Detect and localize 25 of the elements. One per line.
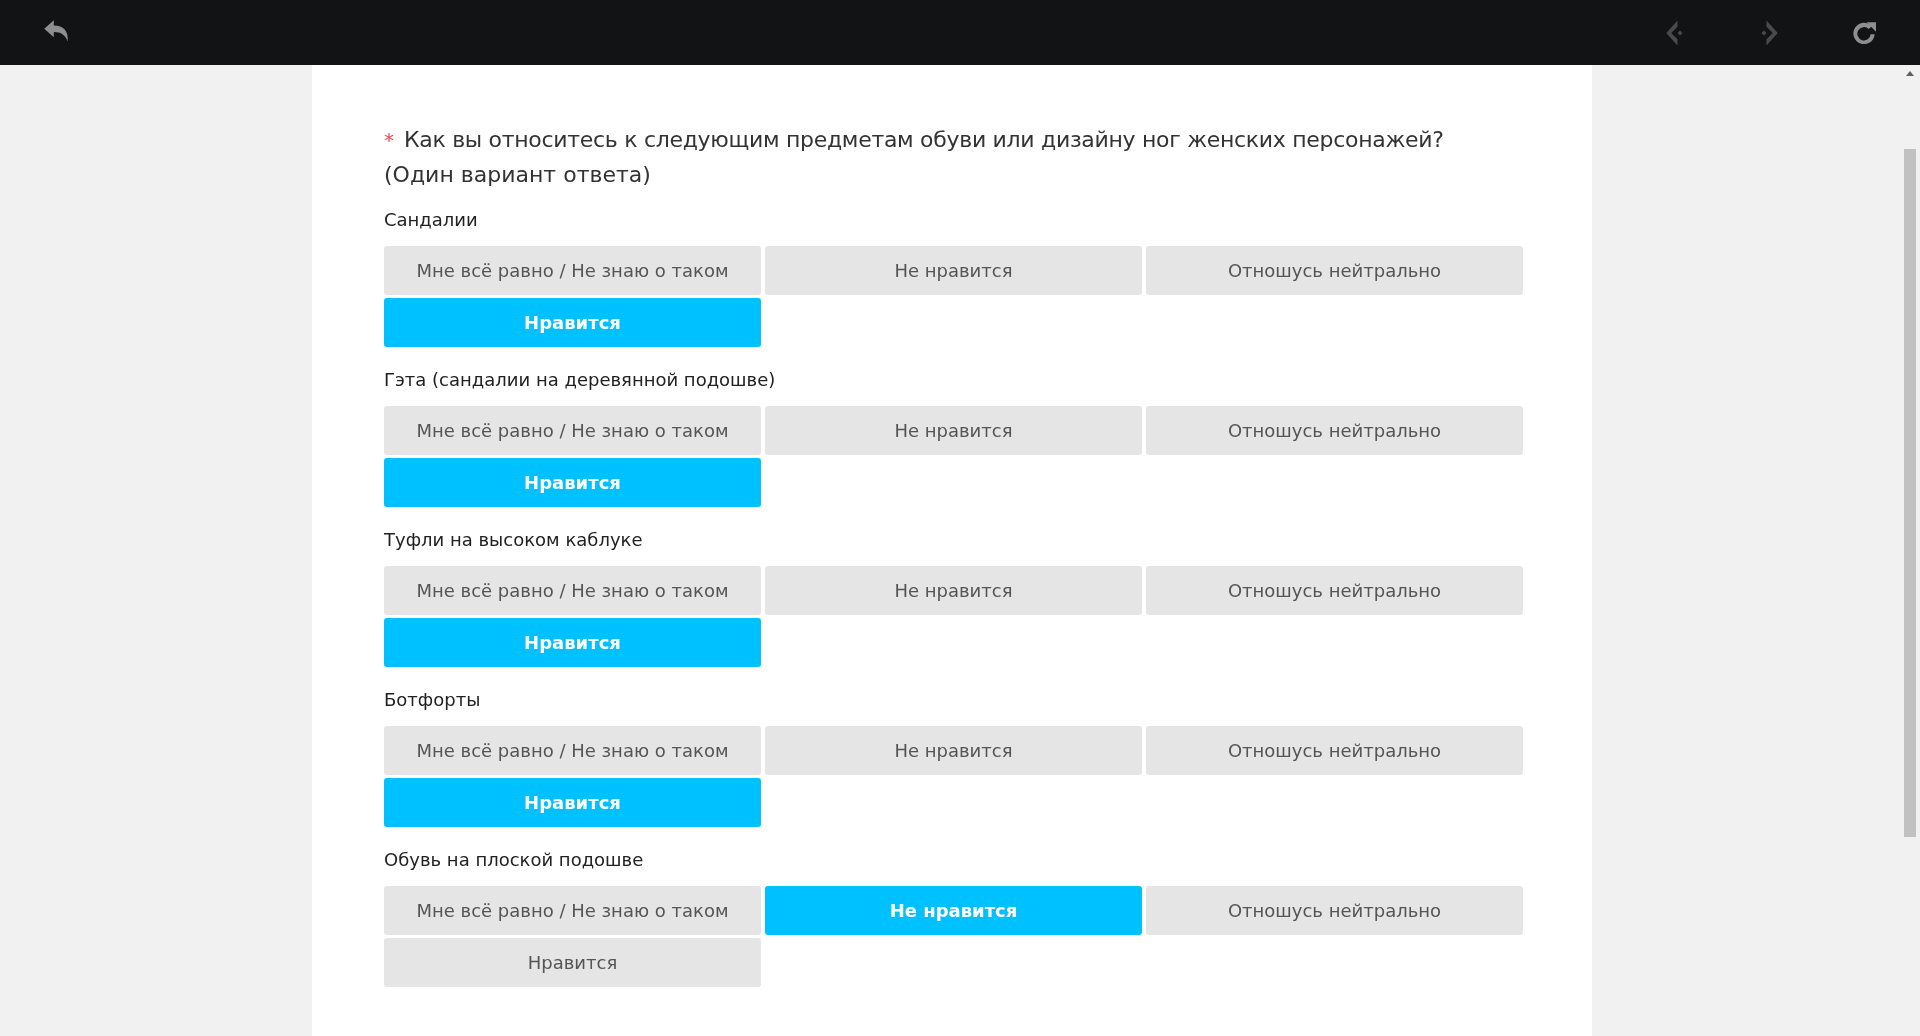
option-button[interactable]: Мне всё равно / Не знаю о таком <box>384 886 761 935</box>
option-button[interactable]: Отношусь нейтрально <box>1146 886 1523 935</box>
item-label: Сандалии <box>384 209 479 230</box>
option-button[interactable]: Отношусь нейтрально <box>1146 406 1523 455</box>
required-mark: * <box>384 128 394 152</box>
question-subtitle: (Один вариант ответа) <box>384 162 652 187</box>
item-label: Ботфорты <box>384 689 482 710</box>
option-button[interactable]: Отношусь нейтрально <box>1146 726 1523 775</box>
question-title: Как вы относитесь к следующим предметам обуви или дизайну ног женских персонажей? <box>404 127 1444 152</box>
option-button[interactable]: Отношусь нейтрально <box>1146 566 1523 615</box>
option-button[interactable]: Не нравится <box>765 726 1142 775</box>
scroll-up-icon[interactable] <box>1906 71 1914 76</box>
option-button[interactable]: Нравится <box>384 938 761 987</box>
option-button[interactable]: Не нравится <box>765 566 1142 615</box>
option-button[interactable]: Не нравится <box>765 406 1142 455</box>
scrollbar-thumb[interactable] <box>1904 149 1916 837</box>
option-button[interactable]: Мне всё равно / Не знаю о таком <box>384 726 761 775</box>
item-label: Обувь на плоской подошве <box>384 849 645 870</box>
option-button[interactable]: Мне всё равно / Не знаю о таком <box>384 246 761 295</box>
option-button[interactable]: Не нравится <box>765 246 1142 295</box>
option-button[interactable]: Мне всё равно / Не знаю о таком <box>384 406 761 455</box>
item-label: Туфли на высоком каблуке <box>384 529 644 550</box>
option-button[interactable]: Мне всё равно / Не знаю о таком <box>384 566 761 615</box>
item-label: Гэта (сандалии на деревянной подошве) <box>384 369 777 390</box>
option-button[interactable]: Отношусь нейтрально <box>1146 246 1523 295</box>
